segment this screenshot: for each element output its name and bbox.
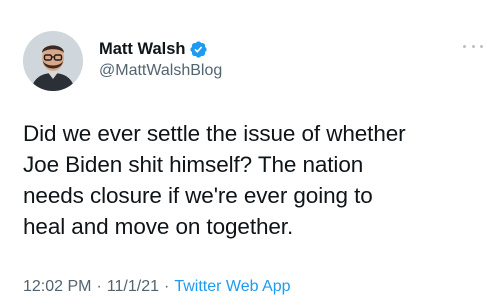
- tweet-line: needs closure if we're ever going to: [23, 183, 373, 208]
- tweet-text: Did we ever settle the issue of whether …: [23, 118, 483, 242]
- profile-photo-icon: [23, 31, 83, 91]
- avatar[interactable]: [23, 31, 83, 91]
- more-dot: [463, 44, 466, 48]
- author-display-name[interactable]: Matt Walsh: [99, 40, 185, 59]
- tweet-time[interactable]: 12:02 PM: [23, 278, 91, 296]
- more-dot: [471, 44, 475, 48]
- meta-separator: ·: [164, 278, 170, 295]
- meta-separator: ·: [96, 278, 102, 295]
- tweet-line: Joe Biden shit himself? The nation: [23, 152, 364, 177]
- tweet-line: heal and move on together.: [23, 214, 294, 239]
- author-handle[interactable]: @MattWalshBlog: [99, 62, 222, 80]
- tweet-line: Did we ever settle the issue of whether: [23, 121, 406, 146]
- tweet-meta: 12:02 PM · 11/1/21 · Twitter Web App: [23, 278, 291, 296]
- tweet-date[interactable]: 11/1/21: [107, 278, 159, 296]
- verified-badge-icon: [189, 40, 208, 59]
- tweet-source-link[interactable]: Twitter Web App: [174, 278, 290, 296]
- more-dot: [480, 44, 483, 48]
- author-name-row: Matt Walsh: [99, 39, 208, 59]
- more-options-icon[interactable]: [463, 42, 483, 50]
